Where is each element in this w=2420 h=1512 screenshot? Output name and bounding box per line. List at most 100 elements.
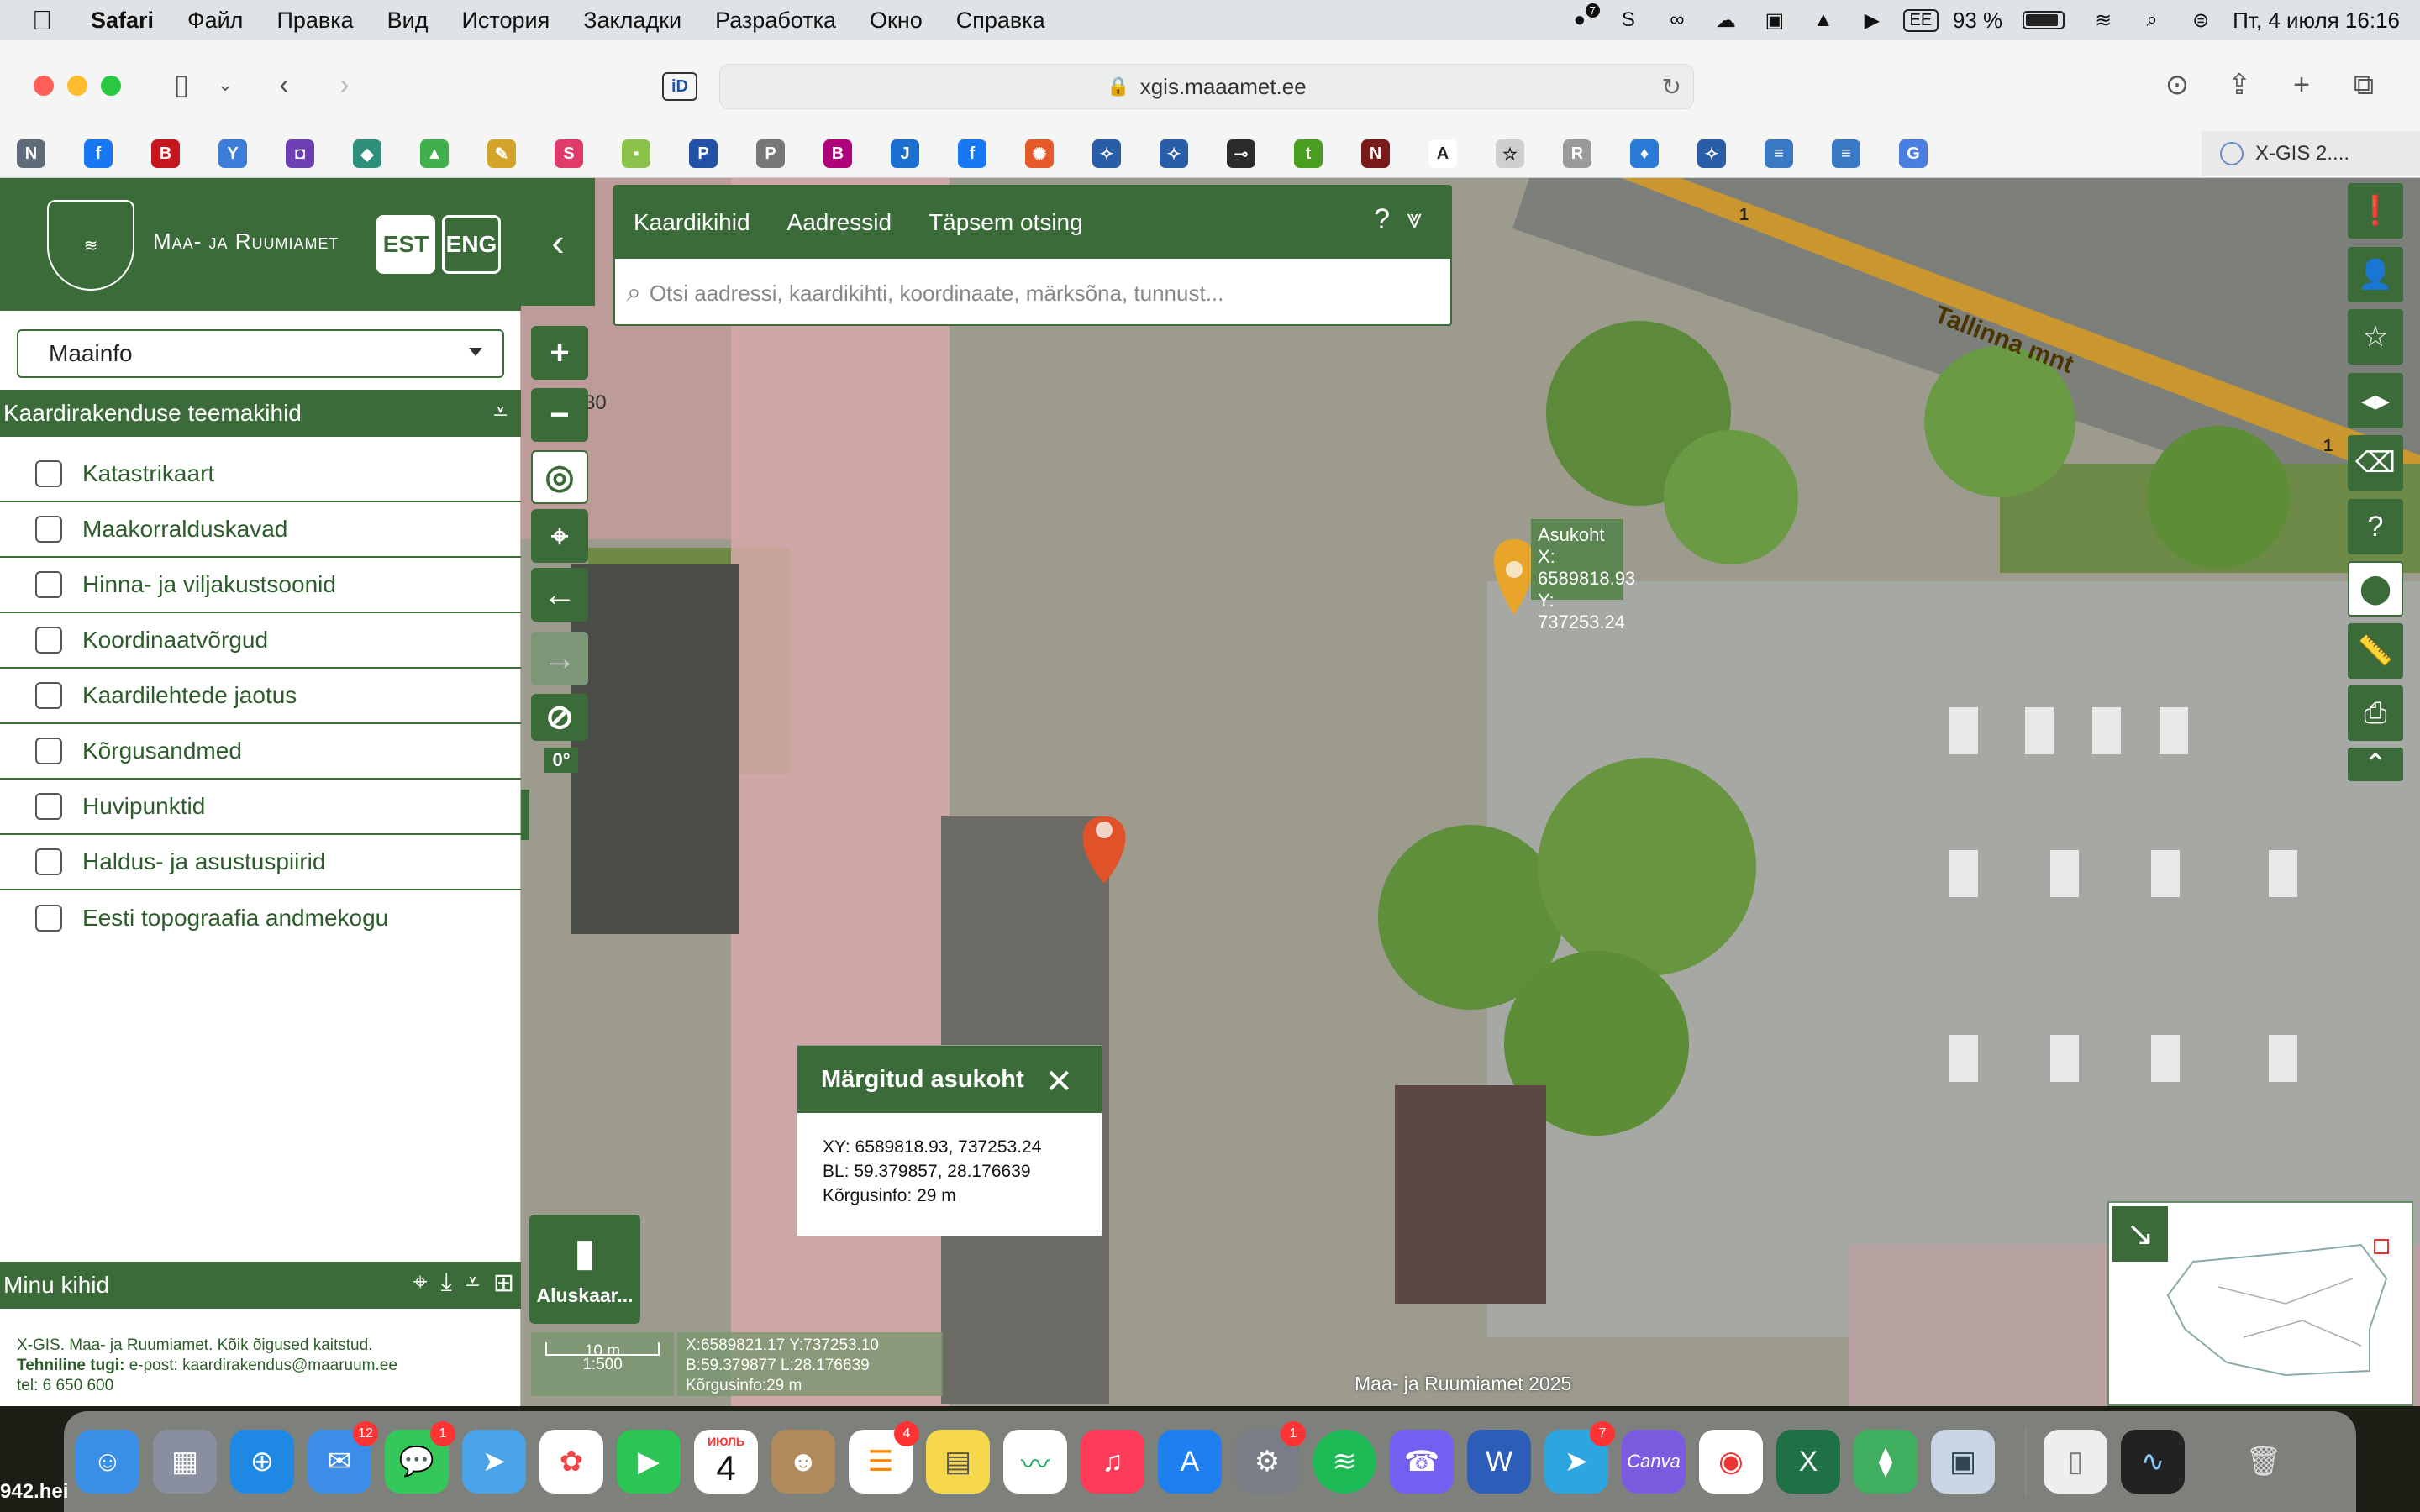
previous-view-button[interactable]: ← bbox=[531, 568, 588, 622]
favorite-icon[interactable]: ✺ bbox=[1025, 139, 1054, 168]
window-minimize-button[interactable] bbox=[67, 76, 87, 96]
apple-menu-icon[interactable]:  bbox=[32, 5, 71, 36]
layer-item[interactable]: Kaardilehtede jaotus bbox=[0, 669, 521, 724]
favorite-icon[interactable]: N bbox=[17, 139, 45, 168]
favorite-icon[interactable]: ✧ bbox=[1697, 139, 1726, 168]
crosshair-icon[interactable]: ⌖ bbox=[413, 1268, 428, 1298]
status-app-icon[interactable]: ● 7 bbox=[1563, 3, 1600, 35]
lang-eng-button[interactable]: ENG bbox=[442, 215, 501, 274]
menubar-clock[interactable]: Пт, 4 июля 16:16 bbox=[2233, 8, 2400, 34]
reload-icon[interactable]: ↻ bbox=[1662, 73, 1681, 101]
favorite-icon[interactable]: J bbox=[891, 139, 919, 168]
telegram-icon[interactable]: ➤ 7 bbox=[1544, 1421, 1615, 1494]
window-close-button[interactable] bbox=[34, 76, 54, 96]
menu-develop[interactable]: Разработка bbox=[715, 8, 836, 34]
lang-est-button[interactable]: EST bbox=[376, 215, 435, 274]
system-settings-icon[interactable]: ⚙ 1 bbox=[1235, 1421, 1306, 1494]
favorite-icon[interactable]: ✧ bbox=[1092, 139, 1121, 168]
favorite-icon[interactable]: ◘ bbox=[286, 139, 314, 168]
favorite-icon[interactable]: ✧ bbox=[1160, 139, 1188, 168]
layer-checkbox[interactable] bbox=[35, 738, 62, 764]
preview-icon[interactable]: ▣ bbox=[1931, 1430, 1995, 1494]
layer-item[interactable]: Hinna- ja viljakustsoonid bbox=[0, 558, 521, 613]
center-map-button[interactable]: ⌖ bbox=[531, 509, 588, 563]
layer-checkbox[interactable] bbox=[35, 460, 62, 487]
compass-button[interactable]: ⊘ bbox=[531, 694, 588, 741]
excel-icon[interactable]: X bbox=[1776, 1430, 1840, 1494]
menu-help[interactable]: Справка bbox=[956, 8, 1045, 34]
search-input[interactable]: ⌕ Otsi aadressi, kaardikihti, koordinaat… bbox=[627, 270, 1437, 316]
layer-checkbox[interactable] bbox=[35, 848, 62, 875]
active-tab[interactable]: X-GIS 2.... bbox=[2202, 131, 2420, 176]
finder-icon[interactable]: ☺ bbox=[76, 1430, 139, 1494]
battery-icon[interactable] bbox=[2023, 11, 2065, 29]
tab-advanced-search[interactable]: Täpsem otsing bbox=[929, 209, 1083, 236]
layer-checkbox[interactable] bbox=[35, 627, 62, 654]
tab-overview-icon[interactable]: ⧉ bbox=[2346, 67, 2381, 102]
favorite-icon[interactable]: G bbox=[1899, 139, 1928, 168]
calendar-icon[interactable]: ИЮЛЬ 4 bbox=[694, 1430, 758, 1494]
favorite-icon[interactable]: ☆ bbox=[1496, 139, 1524, 168]
favorite-icon[interactable]: A bbox=[1428, 139, 1457, 168]
add-layer-icon[interactable]: ⊞ bbox=[493, 1268, 514, 1298]
freeform-icon[interactable]: 〰 bbox=[1003, 1430, 1067, 1494]
collapse-sidebar-button[interactable]: ‹ bbox=[521, 178, 595, 306]
music-icon[interactable]: ♫ bbox=[1081, 1430, 1144, 1494]
menu-window[interactable]: Окно bbox=[870, 8, 923, 34]
star-icon[interactable]: ☆ bbox=[2348, 309, 2403, 365]
favorite-icon[interactable]: ≡ bbox=[1765, 139, 1793, 168]
document-icon[interactable]: ▯ bbox=[2044, 1430, 2107, 1494]
skype-icon[interactable]: S bbox=[1612, 5, 1645, 35]
activity-icon[interactable]: ▲ bbox=[1807, 5, 1840, 35]
address-bar[interactable]: 🔒 xgis.maaamet.ee ↻ bbox=[719, 64, 1694, 109]
location-marker-icon[interactable]: ⬤ bbox=[2348, 561, 2403, 617]
favorite-icon[interactable]: ♦ bbox=[1630, 139, 1659, 168]
favorite-icon[interactable]: ▲ bbox=[420, 139, 449, 168]
eraser-icon[interactable]: ⌫ bbox=[2348, 435, 2403, 491]
favorite-icon[interactable]: ◆ bbox=[353, 139, 381, 168]
feedback-icon[interactable]: ❗ bbox=[2348, 183, 2403, 239]
overview-map[interactable]: ↘ bbox=[2107, 1201, 2413, 1406]
input-source-icon[interactable]: EE bbox=[1902, 5, 1939, 35]
back-button[interactable]: ‹ bbox=[271, 67, 297, 102]
favorite-icon[interactable]: ✎ bbox=[487, 139, 516, 168]
app-store-icon[interactable]: A bbox=[1158, 1430, 1222, 1494]
chrome-icon[interactable]: ◉ bbox=[1699, 1430, 1763, 1494]
favorite-icon[interactable]: ≡ bbox=[1832, 139, 1860, 168]
chevron-up-icon[interactable]: ⌃ bbox=[2348, 748, 2403, 781]
photos-icon[interactable]: ✿ bbox=[539, 1430, 603, 1494]
favorite-icon[interactable]: f bbox=[958, 139, 986, 168]
menu-file[interactable]: Файл bbox=[187, 8, 243, 34]
downloads-icon[interactable]: ⊙ bbox=[2160, 67, 2195, 102]
cloud-sync-icon[interactable]: ☁ bbox=[1709, 5, 1743, 35]
maps-icon[interactable]: ➤ bbox=[462, 1430, 526, 1494]
glasses-icon[interactable]: ∞ bbox=[1660, 5, 1694, 35]
user-icon[interactable]: 👤 bbox=[2348, 247, 2403, 302]
wifi-icon[interactable]: ≋ bbox=[2086, 5, 2120, 35]
layers-collapse-icon[interactable]: ⩡ bbox=[493, 398, 508, 427]
next-view-button[interactable]: → bbox=[531, 632, 588, 685]
layer-item[interactable]: Eesti topograafia andmekogu bbox=[0, 890, 521, 946]
layer-checkbox[interactable] bbox=[35, 905, 62, 932]
layer-item[interactable]: Maakorralduskavad bbox=[0, 502, 521, 558]
basemap-switcher-button[interactable]: ▮ Aluskaar... bbox=[529, 1215, 640, 1324]
footer-support-email[interactable]: e-post: kaardirakendus@maaruum.ee bbox=[124, 1357, 397, 1374]
word-icon[interactable]: W bbox=[1467, 1430, 1531, 1494]
viber-icon[interactable]: ☎ bbox=[1390, 1430, 1454, 1494]
spotify-icon[interactable]: ≋ bbox=[1313, 1430, 1376, 1494]
ruler-icon[interactable]: 📏 bbox=[2348, 623, 2403, 679]
favorite-icon[interactable]: Y bbox=[218, 139, 247, 168]
favorite-icon[interactable]: f bbox=[84, 139, 113, 168]
sidebar-toggle-icon[interactable]: ▯ bbox=[163, 67, 200, 102]
layer-item[interactable]: Katastrikaart bbox=[0, 447, 521, 502]
control-center-icon[interactable]: ⊜ bbox=[2184, 5, 2217, 35]
chevron-down-icon[interactable]: ⌄ bbox=[215, 67, 235, 102]
zoom-out-button[interactable]: − bbox=[531, 388, 588, 442]
close-icon[interactable]: ✕ bbox=[1044, 1063, 1073, 1101]
menu-history[interactable]: История bbox=[462, 8, 550, 34]
layer-checkbox[interactable] bbox=[35, 571, 62, 598]
layers-icon[interactable]: ⩡ bbox=[466, 1268, 480, 1298]
double-chevron-down-icon[interactable]: ⩔ bbox=[1407, 203, 1422, 235]
spotlight-search-icon[interactable]: ⌕ bbox=[2135, 5, 2169, 35]
menu-view[interactable]: Вид bbox=[387, 8, 429, 34]
